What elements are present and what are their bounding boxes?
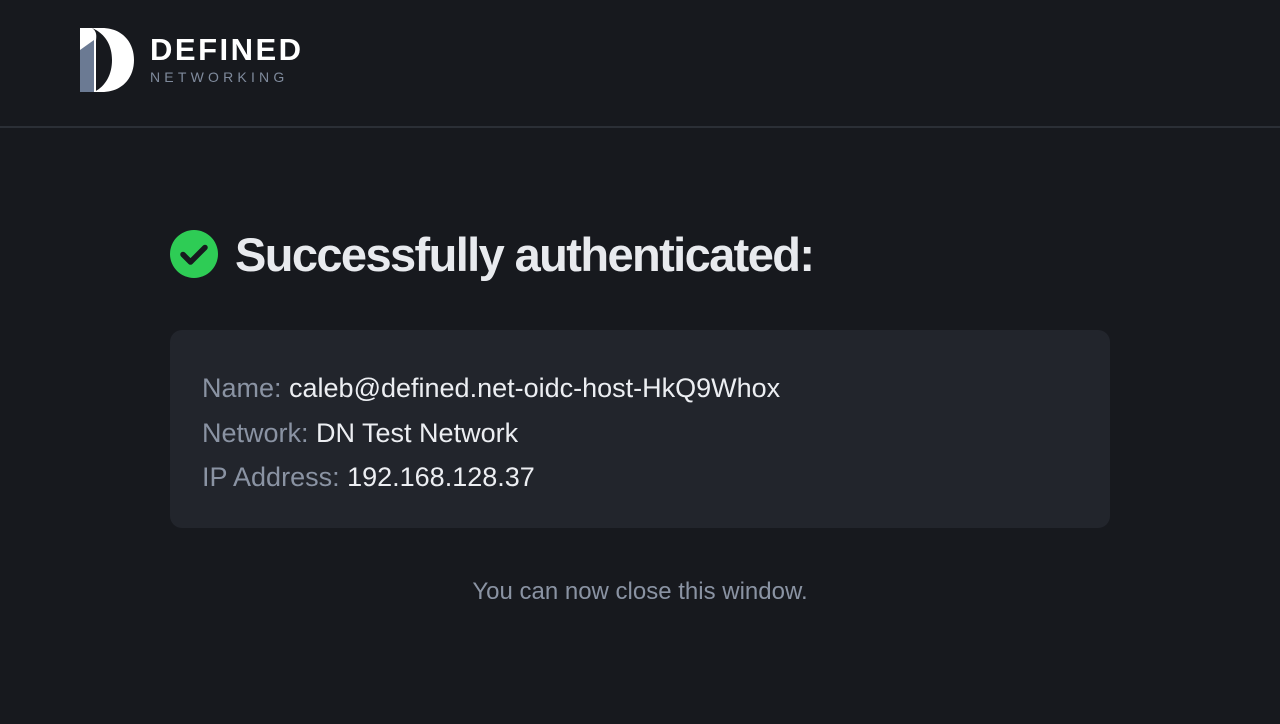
brand-logo: DEFINED NETWORKING <box>80 28 304 92</box>
connection-details-card: Name: caleb@defined.net-oidc-host-HkQ9Wh… <box>170 330 1110 528</box>
detail-label: Name: <box>202 373 290 403</box>
status-heading: Successfully authenticated: <box>170 226 815 282</box>
check-circle-icon <box>170 230 218 278</box>
page-title: Successfully authenticated: <box>235 227 815 281</box>
detail-value-network: DN Test Network <box>316 417 519 448</box>
brand-tagline: NETWORKING <box>150 69 289 85</box>
brand-name: DEFINED <box>150 32 304 67</box>
detail-value-name: caleb@defined.net-oidc-host-HkQ9Whox <box>289 373 781 403</box>
detail-label: IP Address: <box>202 462 348 492</box>
page-header: DEFINED NETWORKING <box>0 0 1280 128</box>
detail-row-ip-address: IP Address: 192.168.128.37 <box>202 455 1078 500</box>
detail-row-network: Network: DN Test Network <box>202 411 1078 456</box>
detail-label: Network: <box>202 417 317 448</box>
close-window-message: You can now close this window. <box>472 578 808 605</box>
detail-row-name: Name: caleb@defined.net-oidc-host-HkQ9Wh… <box>202 366 1078 411</box>
defined-logo-icon <box>80 28 134 92</box>
detail-value-ip-address: 192.168.128.37 <box>347 462 535 492</box>
